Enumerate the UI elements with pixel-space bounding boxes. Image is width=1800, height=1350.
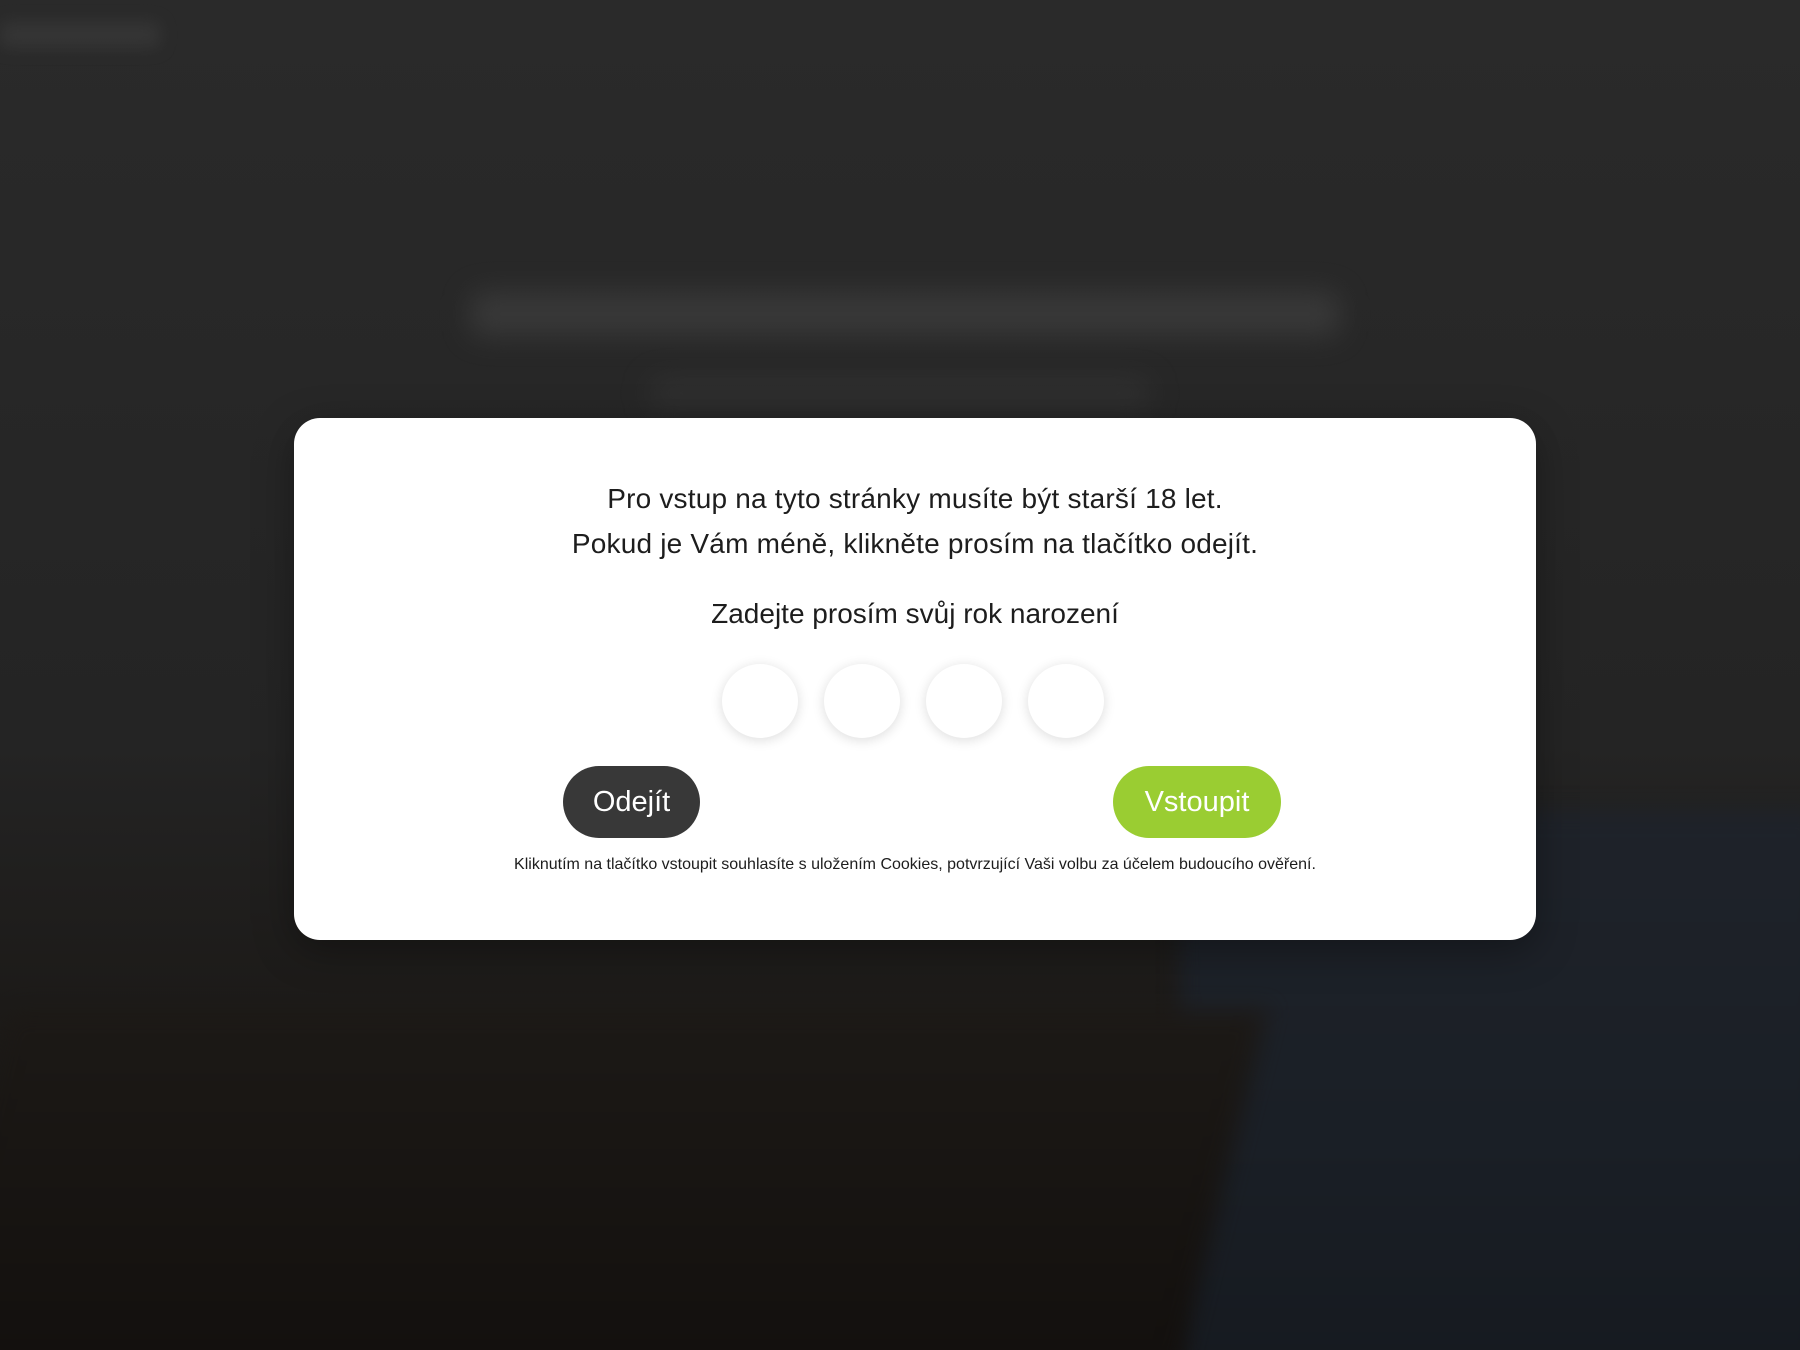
age-verification-modal: Pro vstup na tyto stránky musíte být sta… xyxy=(294,418,1536,940)
background-image-left xyxy=(0,1010,1268,1350)
birth-year-digit-4[interactable] xyxy=(1028,664,1104,738)
background-logo xyxy=(0,22,160,48)
birth-year-inputs xyxy=(722,664,1104,738)
background-heading xyxy=(470,292,1340,336)
message-line-1: Pro vstup na tyto stránky musíte být sta… xyxy=(607,483,1223,514)
birth-year-prompt: Zadejte prosím svůj rok narození xyxy=(711,598,1119,629)
birth-year-digit-1[interactable] xyxy=(722,664,798,738)
background-subheading xyxy=(650,378,1150,408)
message-line-2: Pokud je Vám méně, klikněte prosím na tl… xyxy=(571,528,1259,559)
birth-year-digit-2[interactable] xyxy=(824,664,900,738)
leave-button[interactable]: Odejít xyxy=(563,766,700,838)
enter-button[interactable]: Vstoupit xyxy=(1113,766,1281,838)
cookie-consent-note: Kliknutím na tlačítko vstoupit souhlasít… xyxy=(514,856,1316,873)
birth-year-digit-3[interactable] xyxy=(926,664,1002,738)
age-requirement-message: Pro vstup na tyto stránky musíte být sta… xyxy=(294,476,1536,566)
